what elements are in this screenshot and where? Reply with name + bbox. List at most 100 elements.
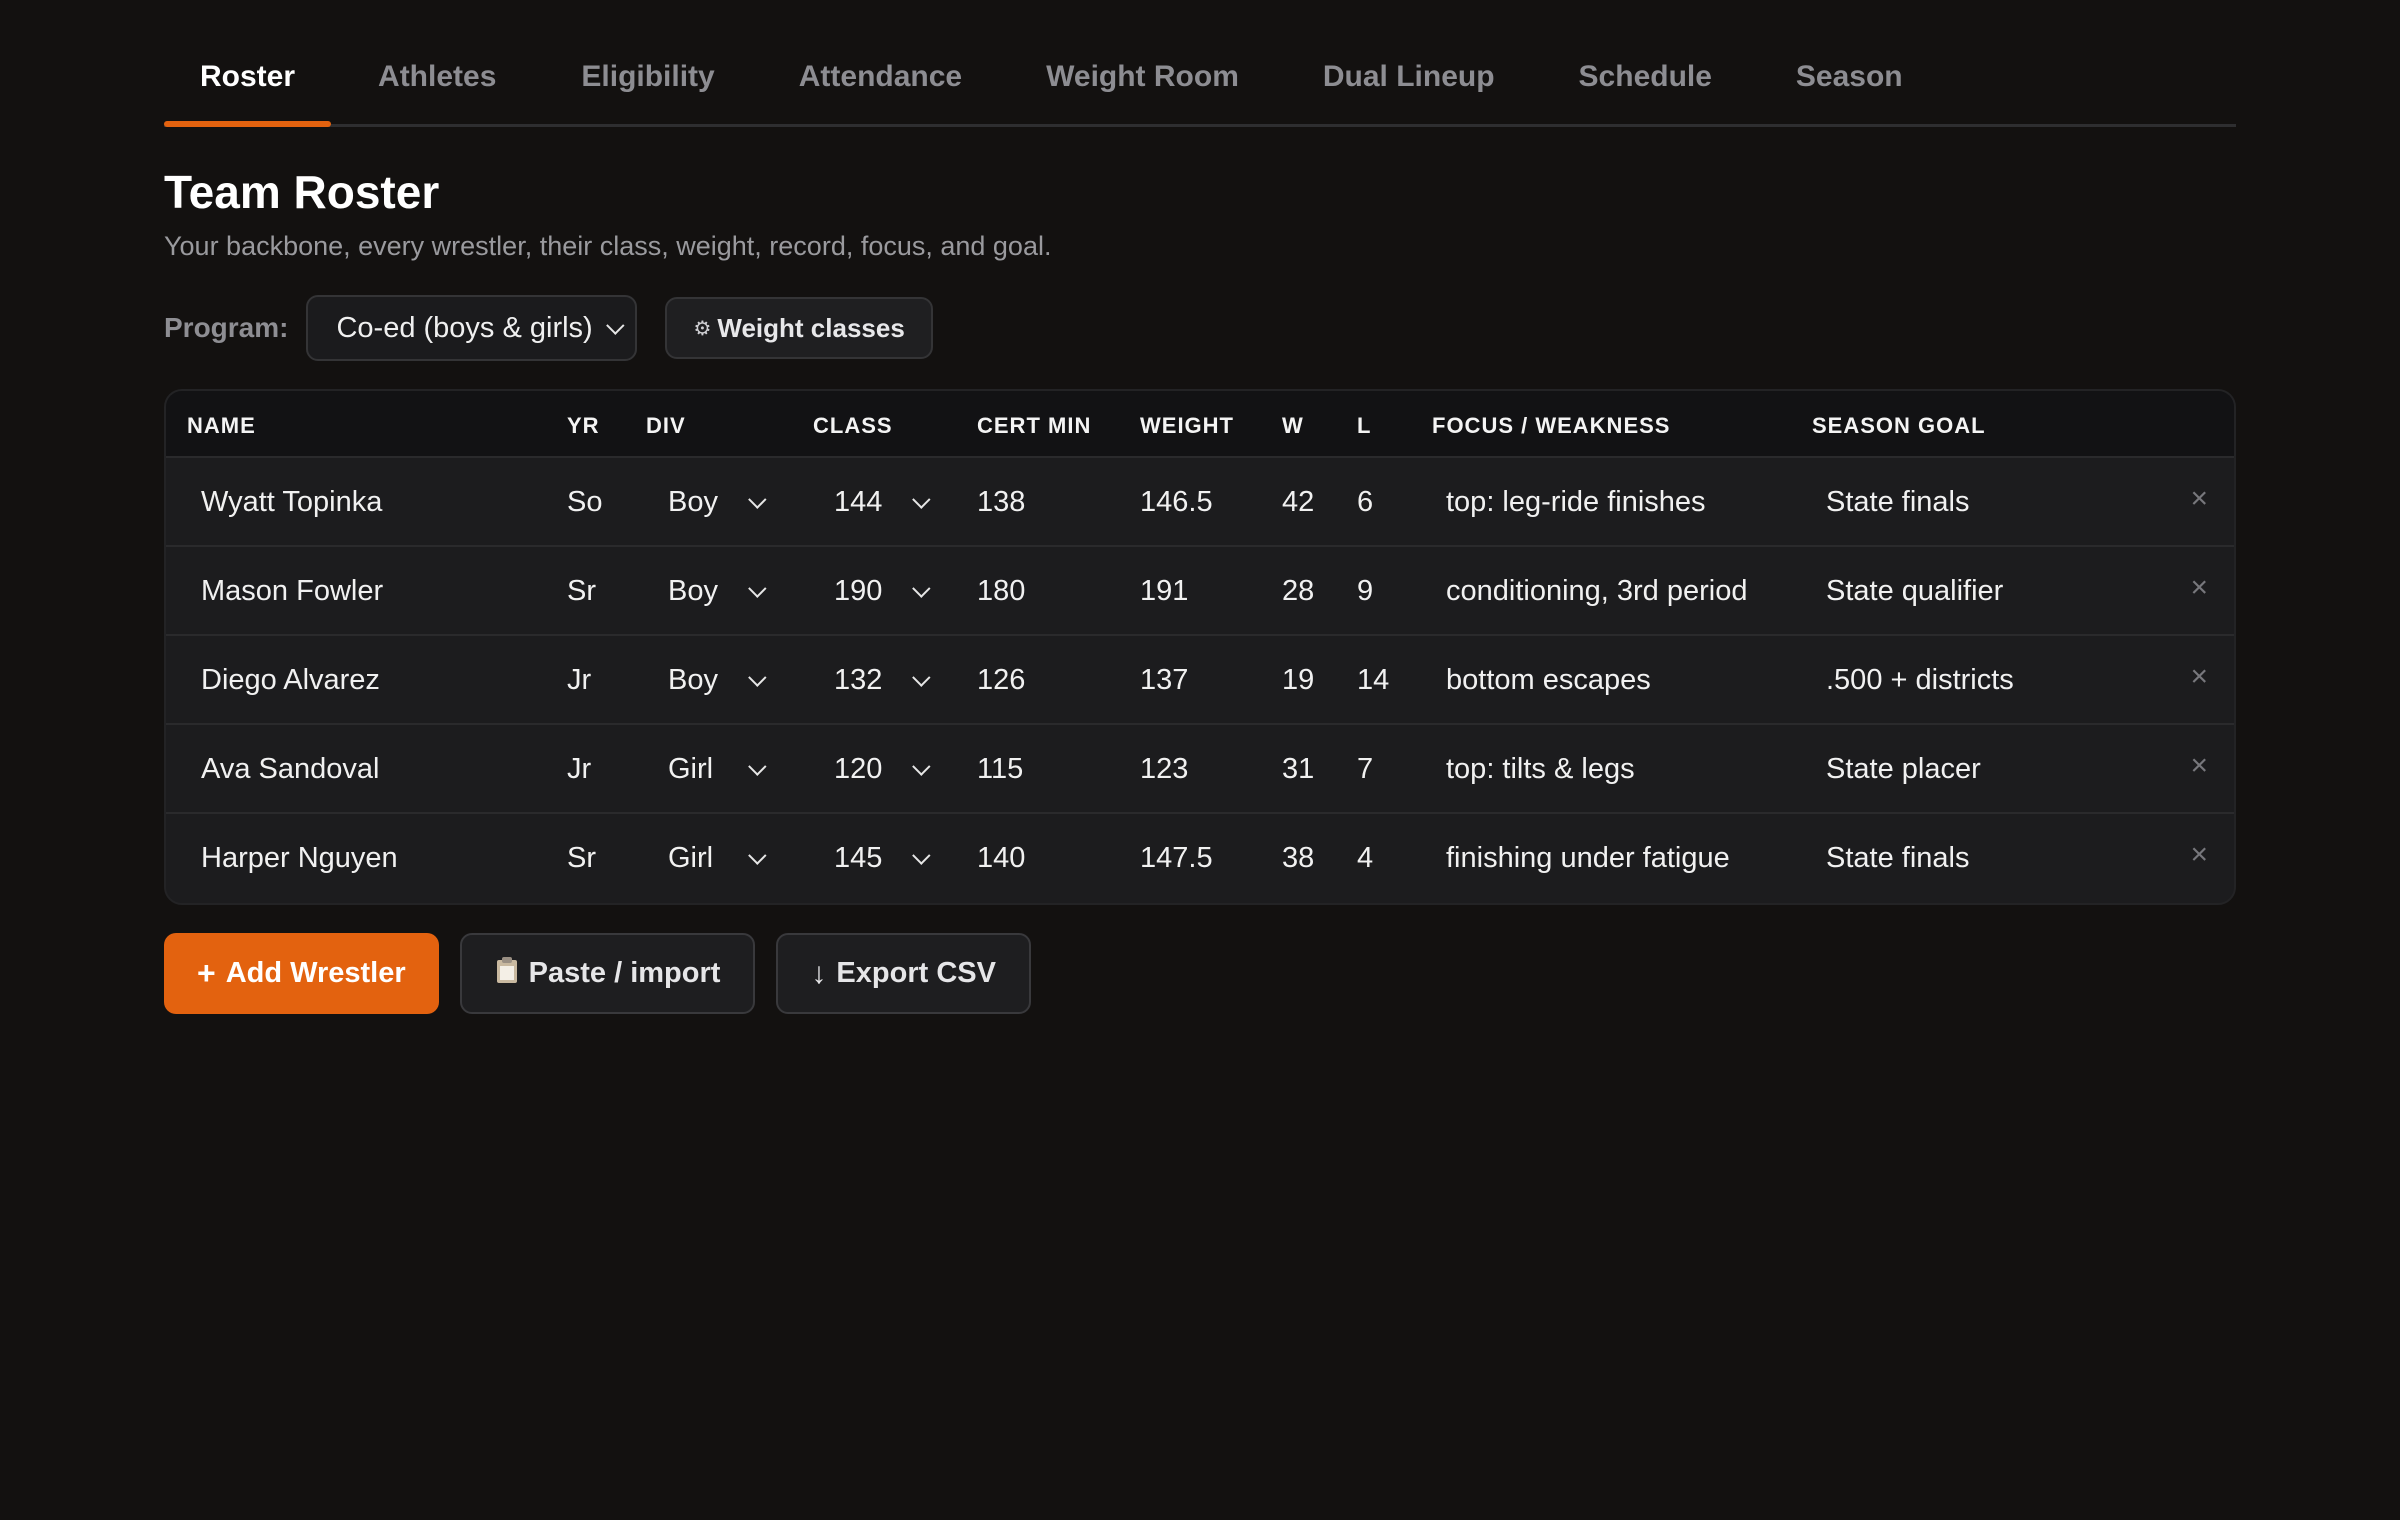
tab-season[interactable]: Season bbox=[1796, 0, 1903, 124]
division-value: Girl bbox=[668, 842, 714, 874]
weight-classes-label: Weight classes bbox=[717, 312, 905, 343]
class-value: 190 bbox=[834, 575, 883, 607]
class-select[interactable]: 132 bbox=[834, 664, 931, 697]
chevron-down-icon bbox=[748, 846, 767, 865]
cert-min-field[interactable]: 140 bbox=[977, 842, 1025, 875]
focus-field[interactable]: top: leg-ride finishes bbox=[1446, 486, 1706, 519]
delete-row-icon[interactable]: × bbox=[2190, 838, 2208, 872]
name-field[interactable]: Ava Sandoval bbox=[201, 753, 379, 786]
focus-field[interactable]: finishing under fatigue bbox=[1446, 842, 1730, 875]
season-goal-field[interactable]: .500 + districts bbox=[1826, 664, 2014, 697]
export-csv-button[interactable]: ↓ Export CSV bbox=[776, 933, 1031, 1014]
tab-dual-lineup[interactable]: Dual Lineup bbox=[1323, 0, 1495, 124]
delete-row-icon[interactable]: × bbox=[2190, 571, 2208, 605]
division-select[interactable]: Girl bbox=[668, 842, 767, 875]
focus-field[interactable]: bottom escapes bbox=[1446, 664, 1651, 697]
weight-classes-button[interactable]: ⚙ Weight classes bbox=[665, 297, 933, 359]
year-field[interactable]: Jr bbox=[567, 753, 591, 786]
losses-field[interactable]: 14 bbox=[1357, 664, 1389, 697]
download-arrow-icon: ↓ bbox=[811, 956, 827, 990]
program-select[interactable]: Co-ed (boys & girls) bbox=[306, 295, 638, 361]
name-field[interactable]: Wyatt Topinka bbox=[201, 486, 382, 519]
focus-field[interactable]: top: tilts & legs bbox=[1446, 753, 1635, 786]
wins-field[interactable]: 42 bbox=[1282, 486, 1314, 519]
season-goal-field[interactable]: State placer bbox=[1826, 753, 1981, 786]
action-bar: + Add Wrestler Paste / import ↓ Export C… bbox=[164, 933, 2236, 1014]
cert-min-field[interactable]: 138 bbox=[977, 486, 1025, 519]
paste-import-button[interactable]: Paste / import bbox=[459, 933, 756, 1014]
wins-field[interactable]: 19 bbox=[1282, 664, 1314, 697]
tab-attendance[interactable]: Attendance bbox=[799, 0, 962, 124]
year-field[interactable]: So bbox=[567, 486, 602, 519]
cert-min-field[interactable]: 126 bbox=[977, 664, 1025, 697]
weight-field[interactable]: 191 bbox=[1140, 575, 1188, 608]
weight-field[interactable]: 137 bbox=[1140, 664, 1188, 697]
table-header: NAME YR DIV CLASS CERT MIN WEIGHT W L FO… bbox=[166, 391, 2234, 458]
class-select[interactable]: 145 bbox=[834, 842, 931, 875]
division-select[interactable]: Boy bbox=[668, 664, 767, 697]
header-class: CLASS bbox=[813, 413, 893, 438]
chevron-down-icon bbox=[748, 668, 767, 687]
wins-field[interactable]: 28 bbox=[1282, 575, 1314, 608]
table-row: Wyatt Topinka So Boy 144 138 146.5 42 6 … bbox=[166, 458, 2234, 547]
cert-min-field[interactable]: 180 bbox=[977, 575, 1025, 608]
class-select[interactable]: 190 bbox=[834, 575, 931, 608]
class-select[interactable]: 120 bbox=[834, 753, 931, 786]
table-row: Diego Alvarez Jr Boy 132 126 137 19 14 b… bbox=[166, 636, 2234, 725]
tab-athletes[interactable]: Athletes bbox=[378, 0, 496, 124]
name-field[interactable]: Diego Alvarez bbox=[201, 664, 380, 697]
division-select[interactable]: Boy bbox=[668, 575, 767, 608]
header-name: NAME bbox=[187, 413, 256, 438]
delete-row-icon[interactable]: × bbox=[2190, 749, 2208, 783]
page-subtitle: Your backbone, every wrestler, their cla… bbox=[164, 231, 1052, 261]
tab-eligibility[interactable]: Eligibility bbox=[581, 0, 714, 124]
season-goal-field[interactable]: State finals bbox=[1826, 842, 1969, 875]
header-w: W bbox=[1282, 413, 1304, 438]
header-season-goal: SEASON GOAL bbox=[1812, 413, 1986, 438]
losses-field[interactable]: 9 bbox=[1357, 575, 1373, 608]
division-select[interactable]: Girl bbox=[668, 753, 767, 786]
class-value: 144 bbox=[834, 486, 883, 518]
class-value: 132 bbox=[834, 664, 883, 696]
page-title: Team Roster bbox=[164, 166, 440, 218]
header-focus: FOCUS / WEAKNESS bbox=[1432, 413, 1671, 438]
year-field[interactable]: Sr bbox=[567, 575, 596, 608]
losses-field[interactable]: 7 bbox=[1357, 753, 1373, 786]
plus-icon: + bbox=[197, 955, 216, 991]
chevron-down-icon bbox=[748, 490, 767, 509]
chevron-down-icon bbox=[912, 490, 931, 509]
season-goal-field[interactable]: State qualifier bbox=[1826, 575, 2003, 608]
wins-field[interactable]: 31 bbox=[1282, 753, 1314, 786]
class-select[interactable]: 144 bbox=[834, 486, 931, 519]
cert-min-field[interactable]: 115 bbox=[977, 753, 1023, 786]
year-field[interactable]: Sr bbox=[567, 842, 596, 875]
division-select[interactable]: Boy bbox=[668, 486, 767, 519]
chevron-down-icon bbox=[912, 846, 931, 865]
program-row: Program: Co-ed (boys & girls) ⚙ Weight c… bbox=[164, 295, 2236, 361]
tab-weight-room[interactable]: Weight Room bbox=[1046, 0, 1239, 124]
add-wrestler-button[interactable]: + Add Wrestler bbox=[164, 933, 439, 1014]
losses-field[interactable]: 6 bbox=[1357, 486, 1373, 519]
name-field[interactable]: Mason Fowler bbox=[201, 575, 383, 608]
wins-field[interactable]: 38 bbox=[1282, 842, 1314, 875]
delete-row-icon[interactable]: × bbox=[2190, 660, 2208, 694]
season-goal-field[interactable]: State finals bbox=[1826, 486, 1969, 519]
delete-row-icon[interactable]: × bbox=[2190, 482, 2208, 516]
table-row: Harper Nguyen Sr Girl 145 140 147.5 38 4… bbox=[166, 814, 2234, 903]
year-field[interactable]: Jr bbox=[567, 664, 591, 697]
tab-schedule[interactable]: Schedule bbox=[1579, 0, 1712, 124]
tab-roster[interactable]: Roster bbox=[163, 0, 332, 127]
weight-field[interactable]: 147.5 bbox=[1140, 842, 1213, 875]
weight-field[interactable]: 123 bbox=[1140, 753, 1188, 786]
roster-page: Roster Athletes Eligibility Attendance W… bbox=[163, 0, 2236, 1014]
chevron-down-icon bbox=[748, 757, 767, 776]
losses-field[interactable]: 4 bbox=[1357, 842, 1373, 875]
weight-field[interactable]: 146.5 bbox=[1140, 486, 1213, 519]
header-weight: WEIGHT bbox=[1140, 413, 1234, 438]
paste-import-label: Paste / import bbox=[528, 957, 721, 989]
program-label: Program: bbox=[164, 312, 289, 343]
focus-field[interactable]: conditioning, 3rd period bbox=[1446, 575, 1747, 608]
name-field[interactable]: Harper Nguyen bbox=[201, 842, 398, 875]
chevron-down-icon bbox=[606, 315, 625, 335]
program-select-value: Co-ed (boys & girls) bbox=[336, 311, 593, 344]
